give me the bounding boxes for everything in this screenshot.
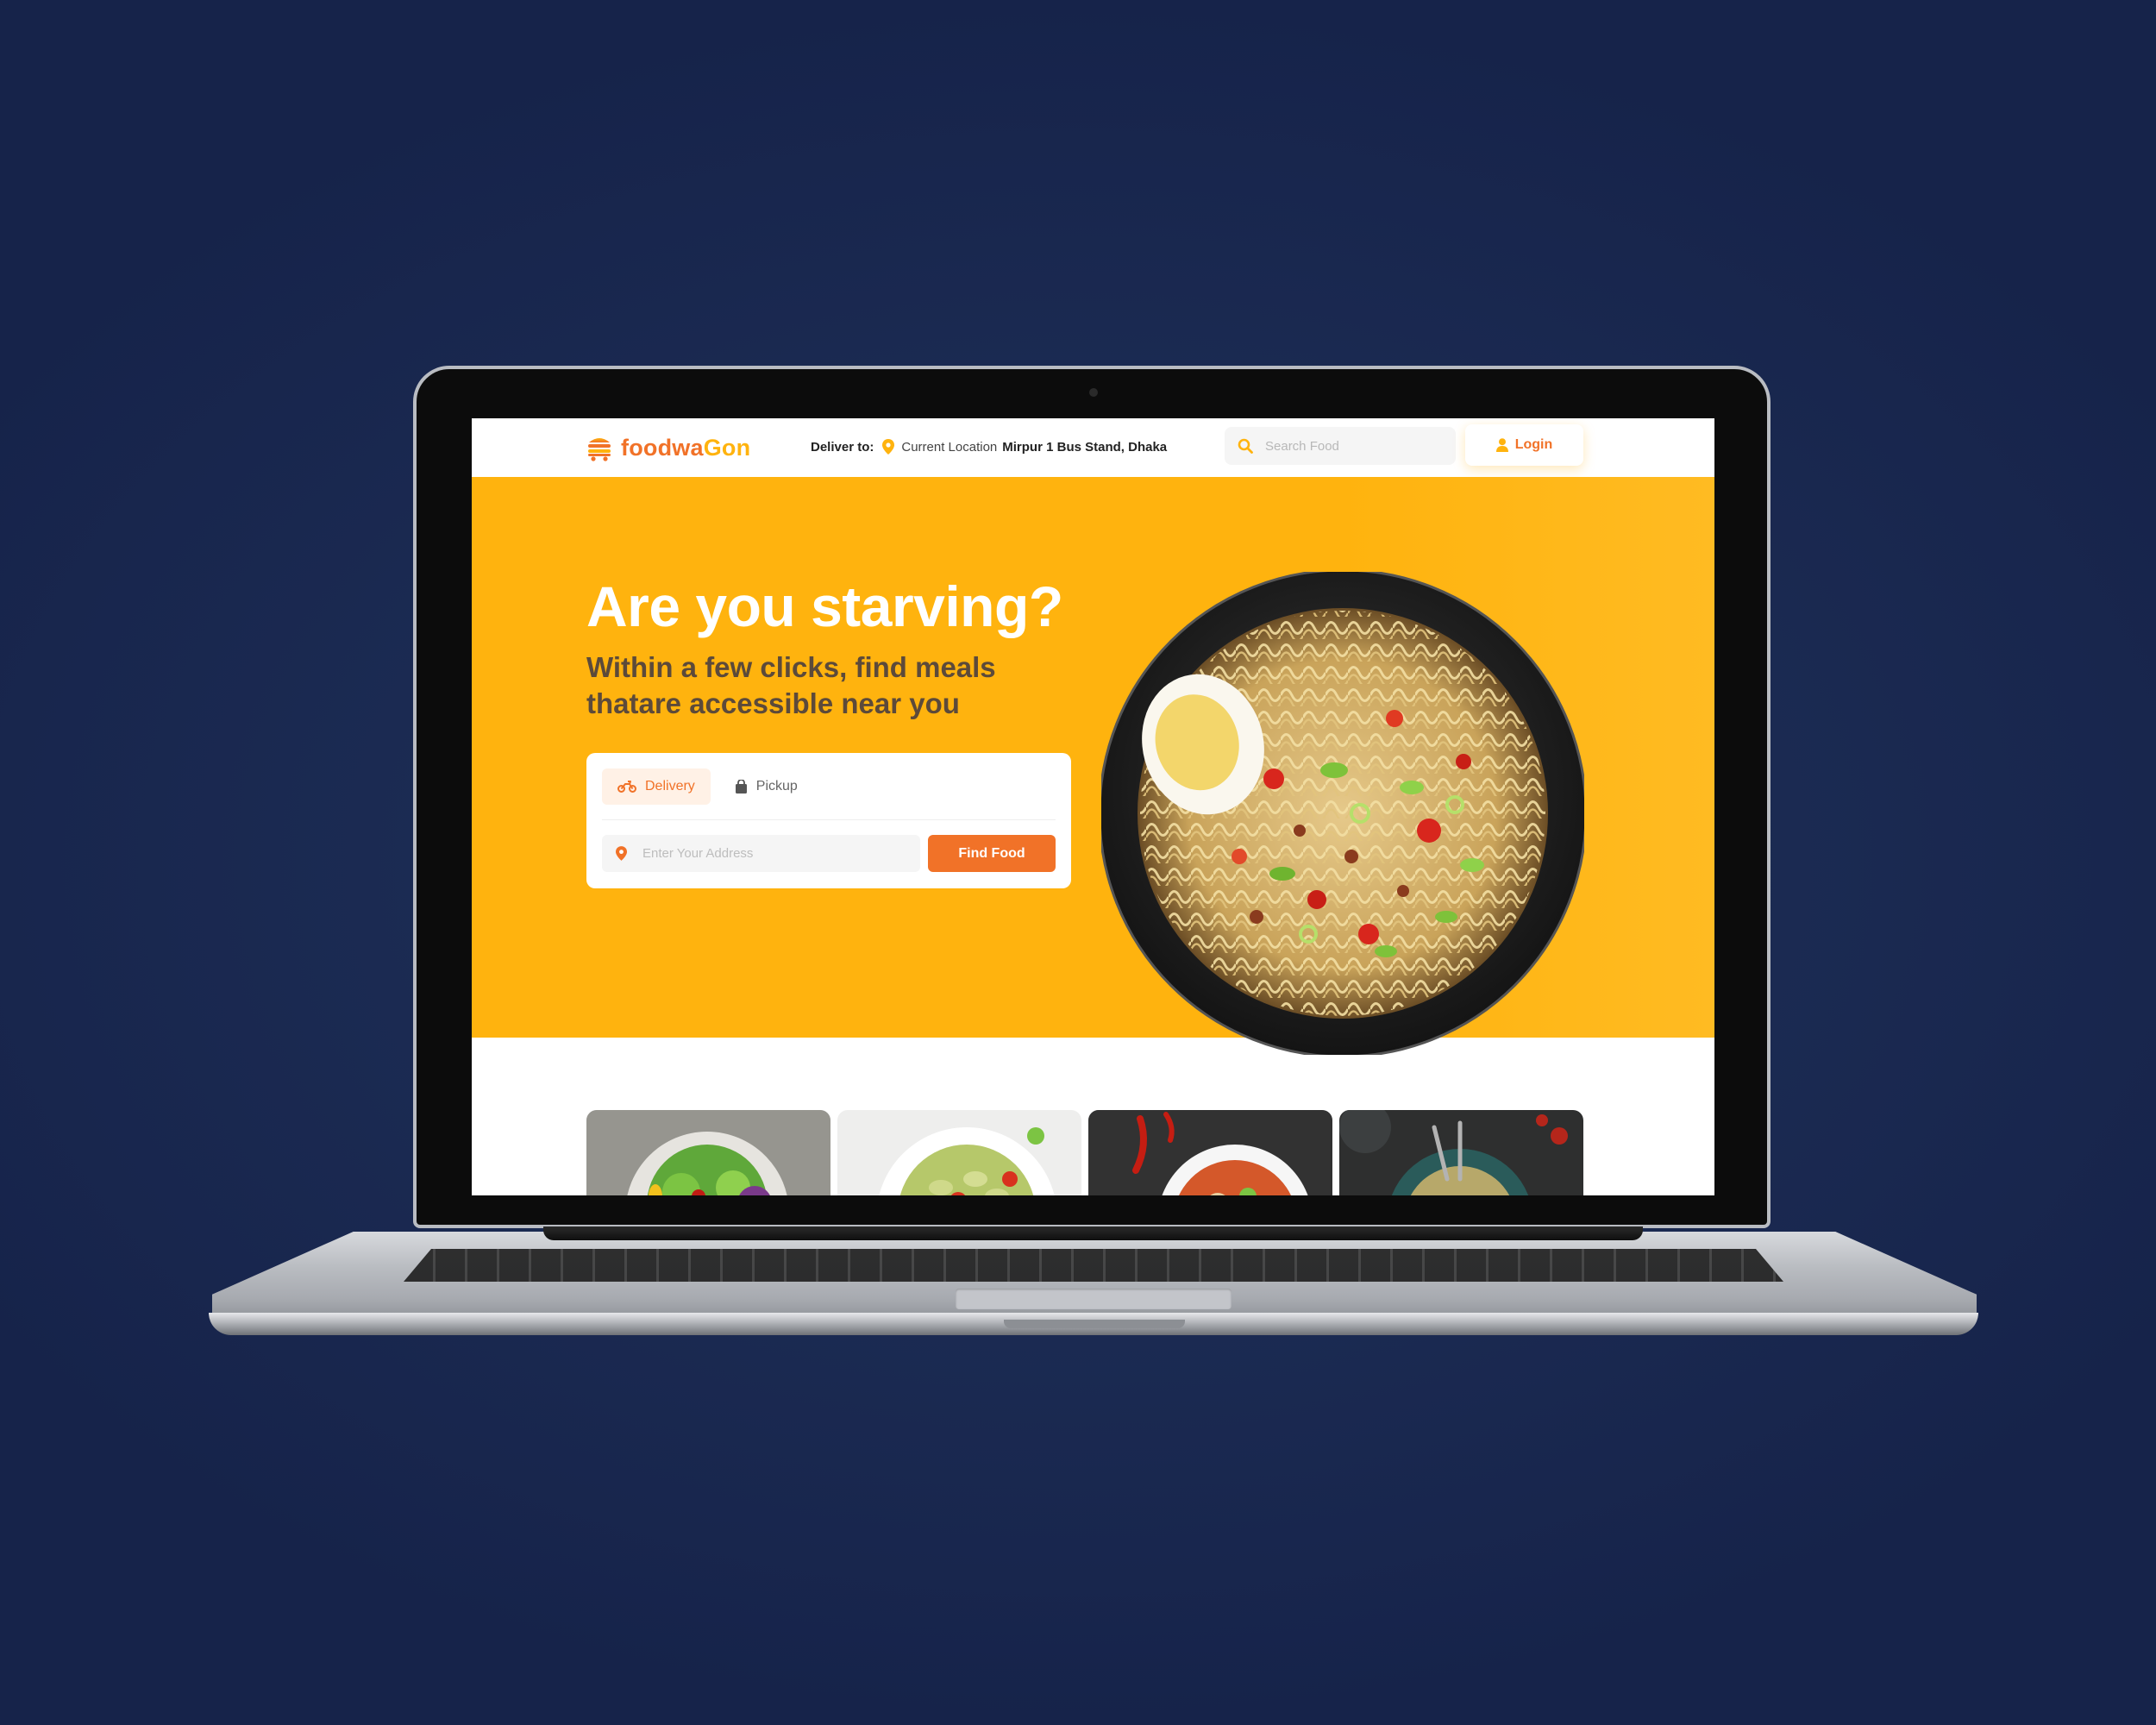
deliver-to-label: Deliver to: (811, 439, 874, 455)
brand-logo[interactable]: foodwaGon (586, 434, 750, 461)
tab-delivery-label: Delivery (645, 779, 695, 794)
delivery-location[interactable]: Deliver to: Current Location Mirpur 1 Bu… (811, 439, 1167, 455)
food-truck-icon (588, 438, 611, 461)
login-label: Login (1514, 437, 1553, 452)
food-card-noodle-soup[interactable] (1339, 1110, 1583, 1195)
pasta-salad-image (837, 1110, 1081, 1195)
brand-name: foodwaGon (621, 435, 750, 461)
tab-delivery[interactable]: Delivery (602, 768, 711, 805)
curry-soup-image (1088, 1110, 1332, 1195)
food-card-salad[interactable] (586, 1110, 830, 1195)
search-bar[interactable] (1225, 427, 1456, 465)
hero-title: Are you starving? (586, 574, 1063, 638)
login-button[interactable]: Login (1465, 424, 1583, 466)
brand-name-part2: Gon (703, 434, 751, 461)
food-card-pasta-salad[interactable] (837, 1110, 1081, 1195)
trackpad (956, 1289, 1232, 1309)
hero-subtitle: Within a few clicks, find meals thatare … (586, 651, 996, 719)
laptop-notch (1004, 1320, 1185, 1328)
noodle-soup-image (1339, 1110, 1583, 1195)
camera (1089, 388, 1098, 397)
hero-section: Are you starving? Within a few clicks, f… (472, 477, 1714, 1058)
food-card-curry-soup[interactable] (1088, 1110, 1332, 1195)
food-cards-row (586, 1110, 1583, 1195)
map-pin-icon (616, 846, 627, 861)
keyboard (404, 1249, 1783, 1282)
tab-pickup-label: Pickup (755, 779, 798, 794)
current-location-label: Current Location (901, 439, 998, 455)
find-food-button[interactable]: Find Food (928, 835, 1056, 872)
navbar: foodwaGon Deliver to: Current Location M… (472, 418, 1714, 477)
salad-image (586, 1110, 830, 1195)
noodle-bowl-image (1098, 568, 1588, 1058)
search-icon (1238, 438, 1253, 454)
address-field[interactable] (602, 835, 920, 872)
map-pin-icon (882, 439, 895, 455)
tab-pickup[interactable]: Pickup (719, 768, 813, 805)
delivery-address: Mirpur 1 Bus Stand, Dhaka (1002, 439, 1168, 455)
brand-name-part1: foodwa (621, 434, 704, 461)
laptop-hinge (543, 1226, 1643, 1240)
user-icon (1495, 438, 1508, 452)
address-input[interactable] (641, 845, 903, 862)
card-divider (602, 819, 1056, 820)
search-input[interactable] (1263, 437, 1439, 455)
order-type-tabs: Delivery Pickup (602, 768, 813, 805)
laptop-screen: foodwaGon Deliver to: Current Location M… (472, 418, 1714, 1195)
shopping-bag-icon (735, 780, 747, 794)
motorbike-icon (617, 781, 636, 793)
food-search-card: Delivery Pickup Find Food (586, 753, 1071, 888)
